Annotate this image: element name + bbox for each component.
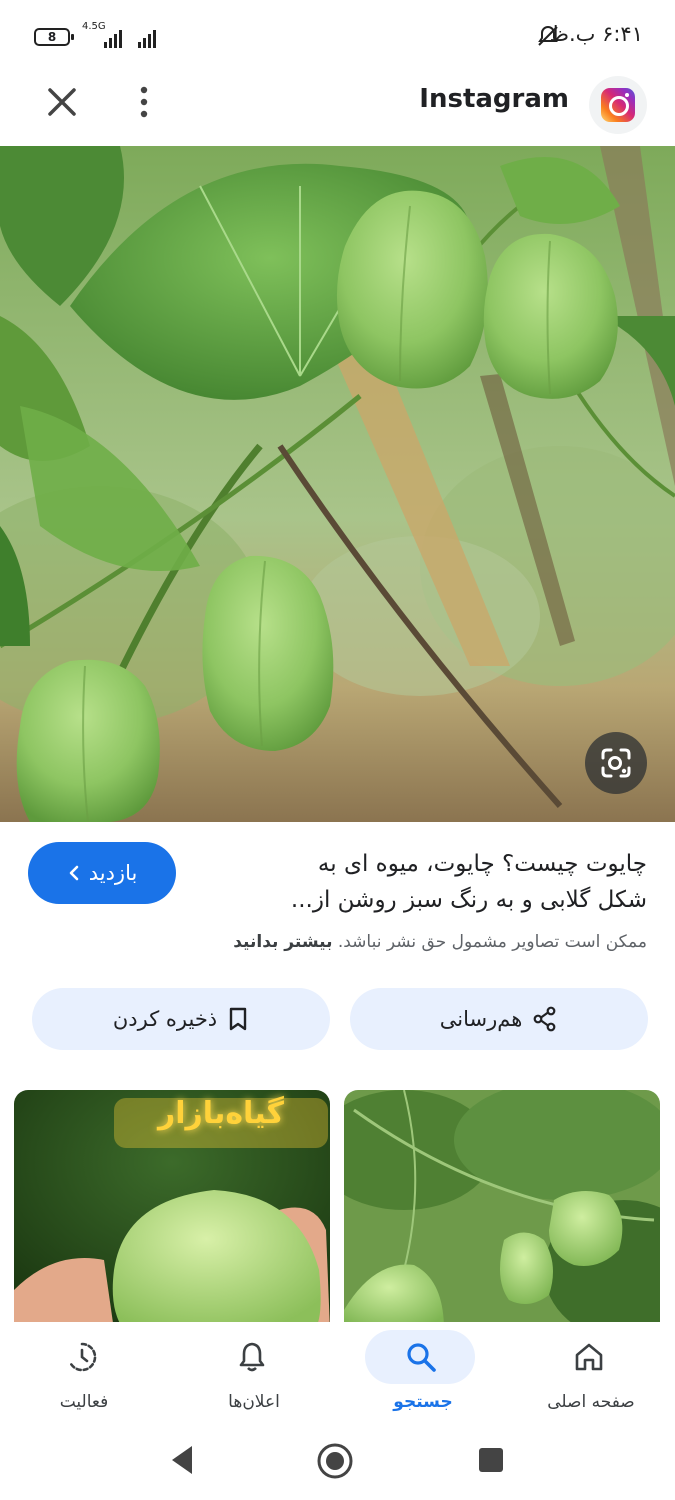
- home-button-icon[interactable]: [316, 1442, 354, 1480]
- result-caption[interactable]: چایوت چیست؟ چایوت، میوه ای به شکل گلابی …: [237, 846, 647, 918]
- visit-button[interactable]: بازدید: [28, 842, 176, 904]
- google-lens-button[interactable]: [585, 732, 647, 794]
- related-image-1[interactable]: گیاه‌بازار: [14, 1090, 330, 1330]
- nav-notifications-label: اعلان‌ها: [228, 1392, 280, 1412]
- nav-home[interactable]: صفحه اصلی: [507, 1322, 675, 1422]
- viewer-header: Instagram: [0, 72, 675, 148]
- share-icon: [533, 1006, 556, 1032]
- bottom-navigation: صفحه اصلی جستجو اعلان‌ها فعالیت: [0, 1322, 675, 1422]
- status-bar: 8 4.5G ۶:۴۱ ب.ظ: [0, 0, 675, 72]
- nav-activity[interactable]: فعالیت: [0, 1322, 168, 1422]
- copyright-notice: ممکن است تصاویر مشمول حق نشر نباشد. بیشت…: [27, 932, 647, 952]
- chayote-photo: [0, 146, 675, 822]
- nav-activity-label: فعالیت: [59, 1392, 109, 1412]
- close-icon[interactable]: [42, 82, 82, 122]
- instagram-icon: [601, 88, 635, 122]
- system-navigation-bar: [0, 1422, 675, 1500]
- chevron-left-icon: [69, 865, 79, 881]
- source-site-name[interactable]: Instagram: [419, 84, 569, 114]
- signal-icon: [104, 28, 122, 48]
- more-options-icon[interactable]: [128, 82, 160, 122]
- related-photo-2: [344, 1090, 660, 1330]
- share-button[interactable]: هم‌رسانی: [350, 988, 648, 1050]
- search-icon: [407, 1343, 436, 1372]
- save-label: ذخیره کردن: [112, 1007, 218, 1031]
- caption-line-1: چایوت چیست؟ چایوت، میوه ای به: [317, 851, 647, 877]
- battery-level: 8: [47, 30, 57, 44]
- main-image[interactable]: [0, 146, 675, 822]
- signal-icon-2: [138, 28, 156, 48]
- clock: ۶:۴۱ ب.ظ: [549, 22, 643, 46]
- caption-line-2: شکل گلابی و به رنگ سبز روشن از...: [290, 887, 647, 913]
- bookmark-icon: [229, 1007, 247, 1031]
- save-button[interactable]: ذخیره کردن: [32, 988, 330, 1050]
- battery-icon: 8: [34, 28, 74, 46]
- recents-icon[interactable]: [477, 1446, 505, 1474]
- back-icon[interactable]: [168, 1444, 196, 1476]
- learn-more-link[interactable]: بیشتر بدانید: [233, 932, 332, 952]
- bell-icon: [239, 1342, 265, 1372]
- thumb-overlay-text: گیاه‌بازار: [157, 1096, 285, 1131]
- visit-label: بازدید: [88, 861, 138, 885]
- related-image-2[interactable]: [344, 1090, 660, 1330]
- activity-icon: [68, 1342, 97, 1372]
- nav-search[interactable]: جستجو: [339, 1322, 507, 1422]
- nav-home-label: صفحه اصلی: [547, 1392, 635, 1412]
- nav-search-label: جستجو: [393, 1392, 453, 1412]
- nav-notifications[interactable]: اعلان‌ها: [170, 1322, 338, 1422]
- home-icon: [575, 1343, 603, 1371]
- network-type: 4.5G: [82, 21, 106, 32]
- copyright-text: ممکن است تصاویر مشمول حق نشر نباشد.: [337, 932, 647, 952]
- lens-icon: [601, 748, 631, 778]
- source-site-logo[interactable]: [589, 76, 647, 134]
- share-label: هم‌رسانی: [439, 1007, 523, 1031]
